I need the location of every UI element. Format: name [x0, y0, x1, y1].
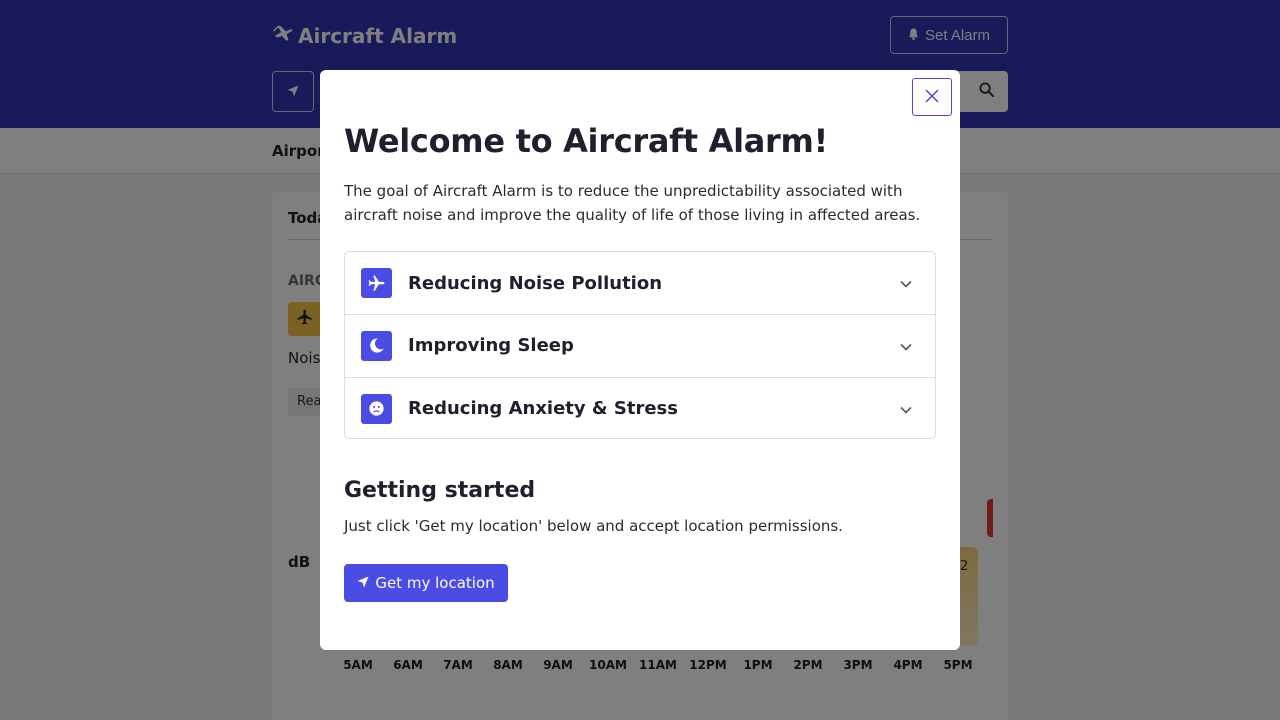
- accordion-label: Reducing Noise Pollution: [408, 272, 663, 294]
- accordion-label: Improving Sleep: [408, 335, 574, 356]
- getting-started-text: Just click 'Get my location' below and a…: [344, 517, 843, 535]
- accordion-item-sleep[interactable]: Improving Sleep: [345, 314, 935, 376]
- accordion-label: Reducing Anxiety & Stress: [408, 398, 678, 419]
- close-button[interactable]: [912, 78, 952, 116]
- location-arrow-icon: [357, 574, 369, 592]
- chevron-down-icon: [899, 402, 913, 416]
- modal-title: Welcome to Aircraft Alarm!: [344, 122, 828, 160]
- getting-started-title: Getting started: [344, 478, 536, 503]
- plane-icon: [361, 268, 392, 298]
- get-location-label: Get my location: [375, 574, 495, 592]
- chevron-down-icon: [899, 339, 913, 353]
- close-icon: [925, 88, 939, 106]
- sad-face-icon: [361, 393, 392, 424]
- benefits-accordion: Reducing Noise Pollution Improving Sleep…: [344, 251, 936, 439]
- get-location-button[interactable]: Get my location: [344, 564, 508, 602]
- welcome-modal: Welcome to Aircraft Alarm! The goal of A…: [320, 70, 960, 650]
- chevron-down-icon: [899, 276, 913, 290]
- accordion-item-anxiety[interactable]: Reducing Anxiety & Stress: [345, 377, 935, 439]
- accordion-item-noise-pollution[interactable]: Reducing Noise Pollution: [345, 252, 935, 314]
- modal-intro: The goal of Aircraft Alarm is to reduce …: [344, 182, 921, 224]
- moon-icon: [361, 330, 392, 361]
